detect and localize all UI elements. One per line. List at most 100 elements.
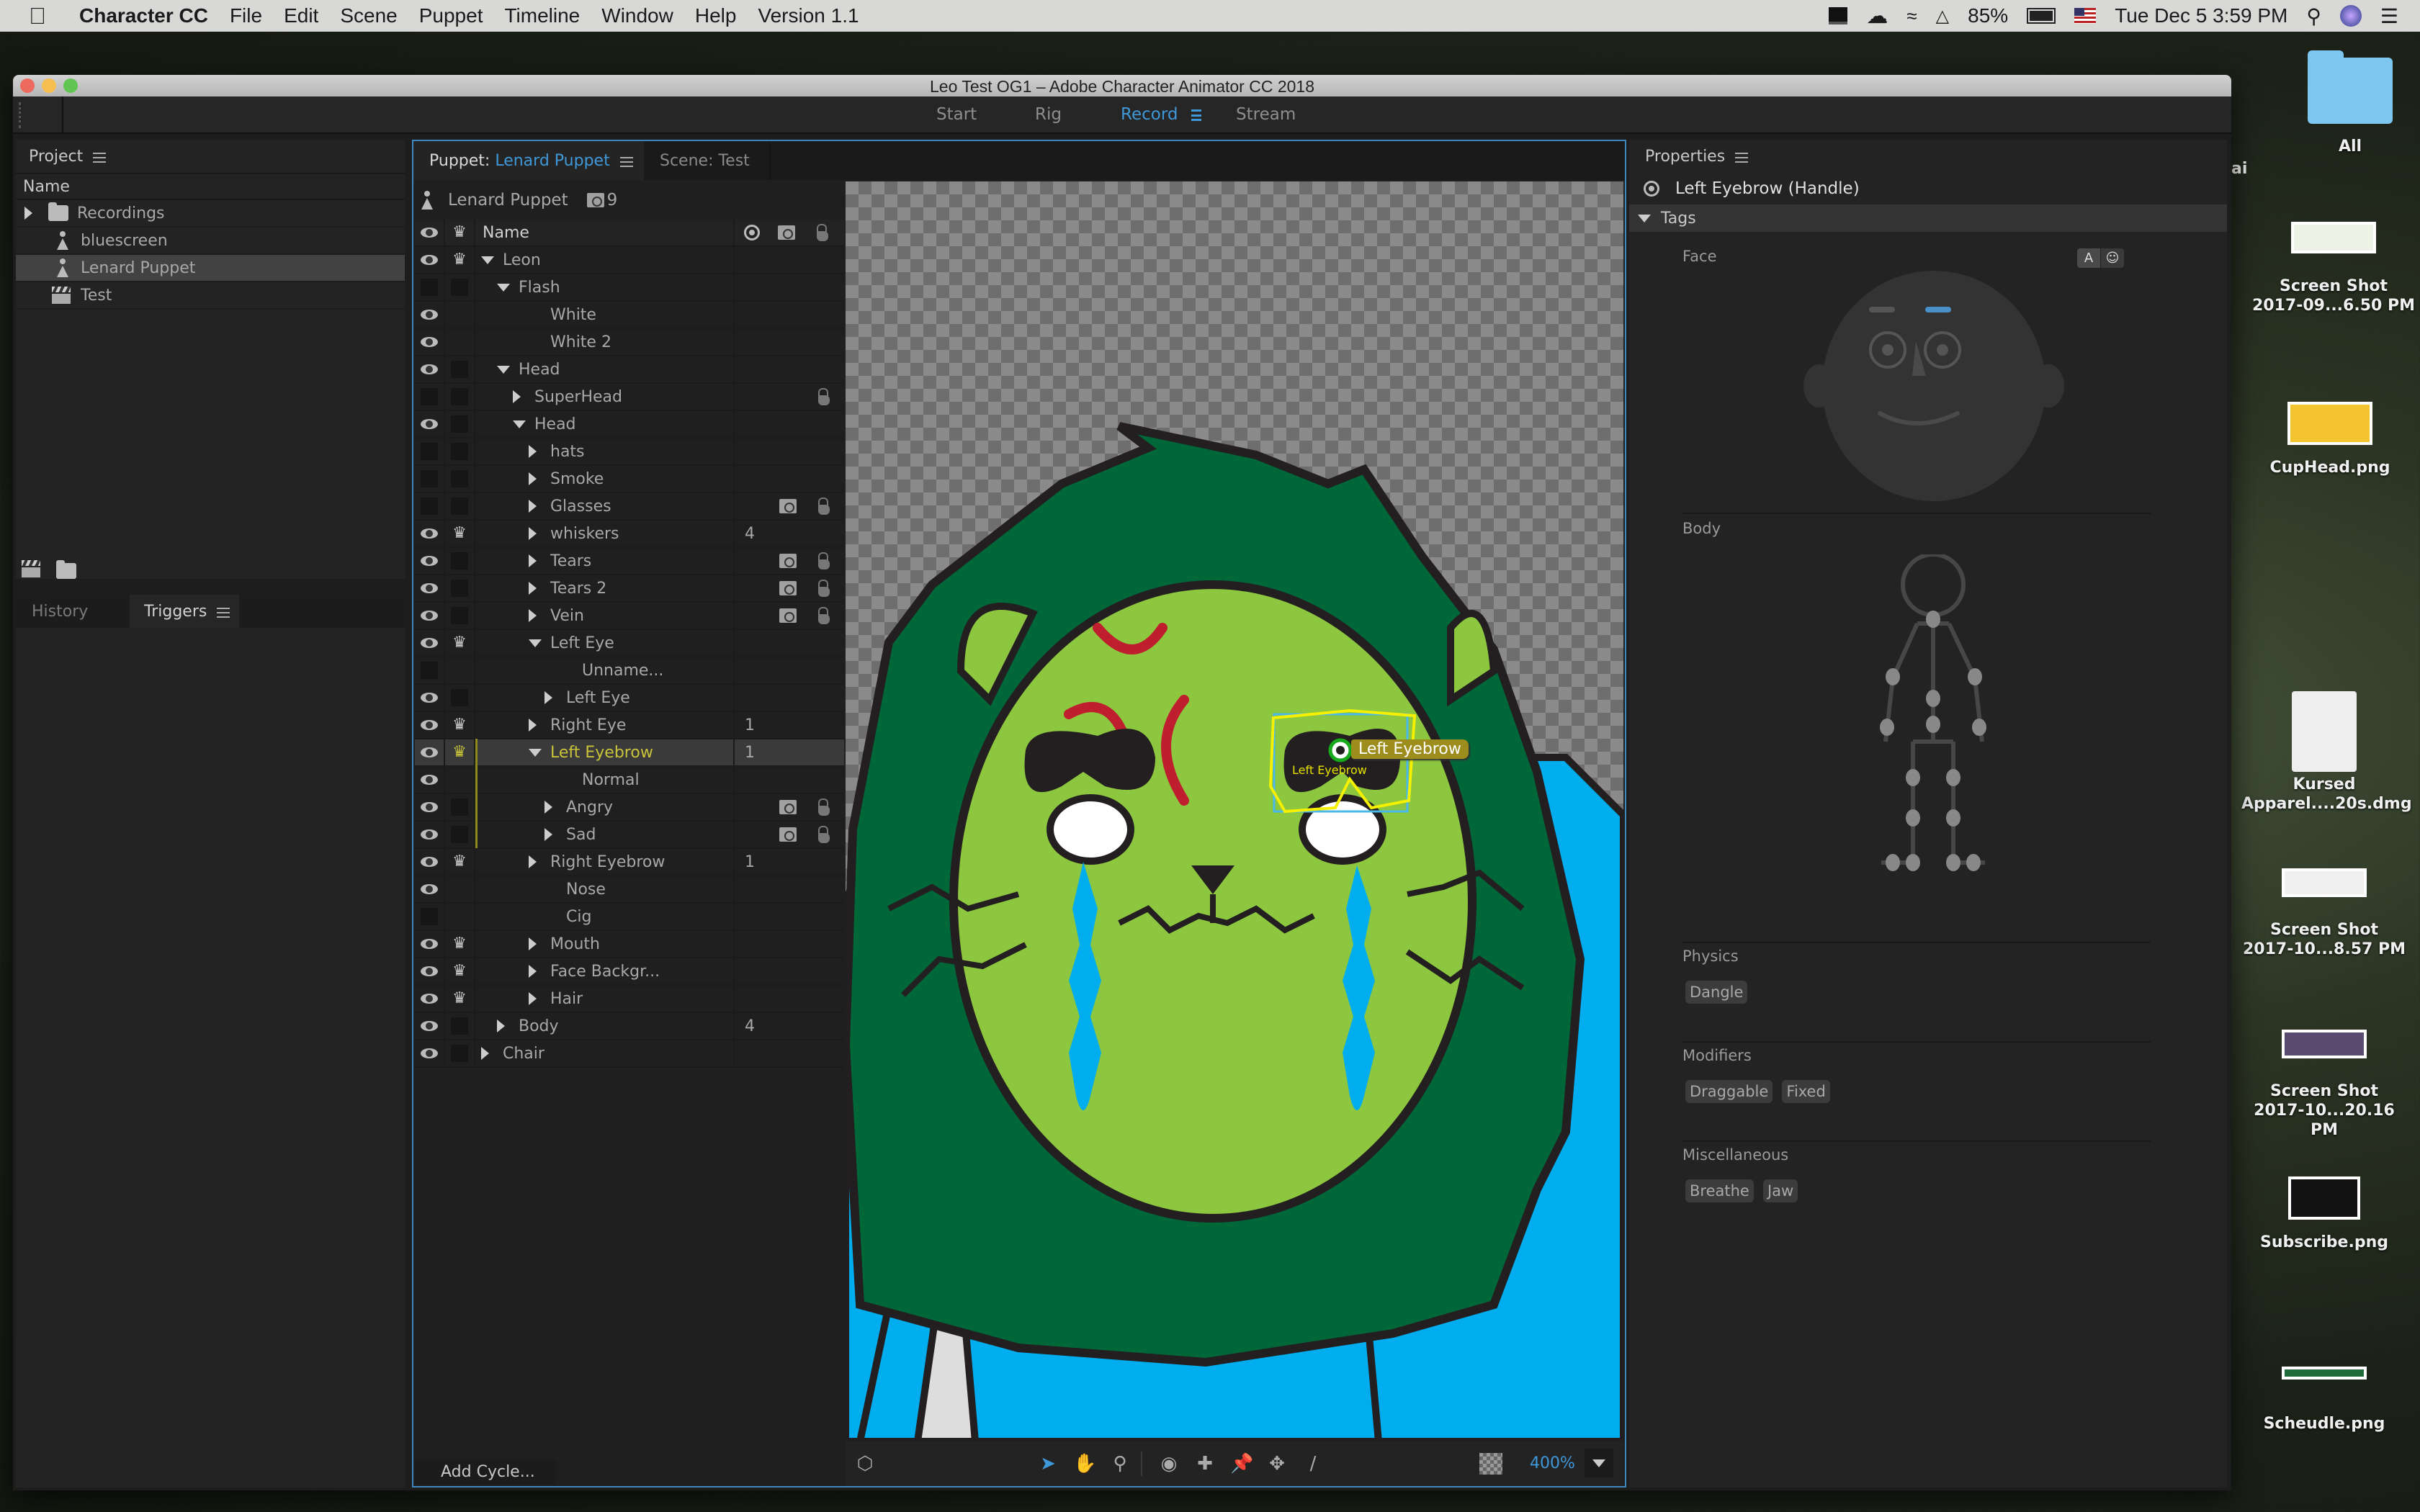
project-panel-menu-icon[interactable] bbox=[93, 153, 107, 163]
expand-arrow-icon[interactable] bbox=[529, 582, 537, 595]
spotlight-search-icon[interactable]: ⚲ bbox=[2306, 4, 2321, 28]
layer-row[interactable]: Unname... bbox=[415, 657, 844, 685]
trigger-hand-icon[interactable] bbox=[815, 798, 830, 816]
behavior-icon[interactable] bbox=[779, 581, 797, 595]
layer-row[interactable]: ♛ Face Backgr... bbox=[415, 958, 844, 986]
tab-scene-test[interactable]: Scene: Test bbox=[644, 141, 771, 180]
expand-arrow-icon[interactable] bbox=[529, 719, 537, 732]
independent-toggle[interactable] bbox=[451, 798, 468, 816]
layer-row[interactable]: ♛ Mouth bbox=[415, 930, 844, 958]
airplay-icon[interactable]: △ bbox=[1936, 6, 1949, 27]
behavior-icon[interactable] bbox=[779, 608, 797, 623]
expand-arrow-icon[interactable] bbox=[529, 500, 537, 513]
layer-row[interactable]: ♛ Leon bbox=[415, 246, 844, 274]
expand-arrow-icon[interactable] bbox=[529, 965, 537, 978]
collapse-arrow-icon[interactable] bbox=[497, 365, 510, 374]
tags-section-header[interactable]: Tags bbox=[1629, 204, 2227, 232]
layer-row[interactable]: White bbox=[415, 301, 844, 329]
visibility-eye-icon[interactable] bbox=[421, 528, 438, 539]
input-source-flag-icon[interactable] bbox=[2074, 8, 2097, 24]
expand-arrow-icon[interactable] bbox=[529, 855, 537, 868]
layer-row[interactable]: ♛ Right Eyebrow 1 bbox=[415, 848, 844, 876]
layer-row[interactable]: Tears bbox=[415, 547, 844, 575]
text-view-button[interactable]: A bbox=[2077, 248, 2101, 268]
add-cycle-button[interactable]: Add Cycle... bbox=[415, 1460, 556, 1485]
mesh-toggle-icon[interactable]: ⬡ bbox=[854, 1453, 876, 1475]
workspace-rig[interactable]: Rig bbox=[1035, 105, 1062, 124]
tag-breathe[interactable]: Breathe bbox=[1685, 1179, 1754, 1202]
desktop-icon-cuphead[interactable]: CupHead.png bbox=[2247, 402, 2413, 477]
workspace-menu-icon[interactable] bbox=[1191, 109, 1201, 121]
select-tool-icon[interactable]: ➤ bbox=[1037, 1453, 1059, 1475]
properties-menu-icon[interactable] bbox=[1735, 153, 1749, 163]
visibility-off-toggle[interactable] bbox=[421, 443, 438, 460]
independent-toggle[interactable] bbox=[451, 470, 468, 487]
menu-app-name[interactable]: Character CC bbox=[79, 4, 208, 27]
zoom-tool-icon[interactable]: ⚲ bbox=[1109, 1453, 1131, 1475]
expand-arrow-icon[interactable] bbox=[529, 992, 537, 1005]
visibility-eye-icon[interactable] bbox=[421, 1048, 438, 1058]
expand-arrow-icon[interactable] bbox=[529, 609, 537, 622]
menu-timeline[interactable]: Timeline bbox=[504, 4, 580, 27]
expand-arrow-icon[interactable] bbox=[481, 1047, 489, 1060]
notification-center-icon[interactable]: ☰ bbox=[2380, 4, 2398, 28]
behavior-icon[interactable] bbox=[779, 554, 797, 568]
visibility-eye-icon[interactable] bbox=[421, 857, 438, 867]
handle-tool-icon[interactable]: ◉ bbox=[1158, 1453, 1180, 1475]
layer-row[interactable]: ♛ Left Eyebrow 1 bbox=[415, 739, 844, 767]
layer-row[interactable]: White 2 bbox=[415, 328, 844, 356]
toolbar-grip[interactable] bbox=[13, 96, 63, 134]
expand-arrow-icon[interactable] bbox=[529, 472, 537, 485]
menu-version[interactable]: Version 1.1 bbox=[758, 4, 859, 27]
menu-puppet[interactable]: Puppet bbox=[419, 4, 483, 27]
transparency-grid-toggle[interactable] bbox=[1479, 1453, 1502, 1475]
visibility-eye-icon[interactable] bbox=[421, 364, 438, 374]
desktop-icon-kursed-dmg[interactable]: Kursed Apparel....20s.dmg bbox=[2241, 691, 2412, 814]
independent-crown-icon[interactable]: ♛ bbox=[452, 991, 467, 1007]
collapse-arrow-icon[interactable] bbox=[497, 283, 510, 292]
visibility-eye-icon[interactable] bbox=[421, 966, 438, 976]
face-view-toggle[interactable]: A ☺ bbox=[2077, 248, 2124, 268]
visibility-eye-icon[interactable] bbox=[421, 638, 438, 648]
visibility-eye-icon[interactable] bbox=[421, 829, 438, 840]
independent-crown-icon[interactable]: ♛ bbox=[452, 744, 467, 760]
tag-jaw[interactable]: Jaw bbox=[1762, 1179, 1798, 1202]
stick-tool-icon[interactable]: ✚ bbox=[1194, 1453, 1216, 1475]
apple-menu-icon[interactable]:  bbox=[29, 3, 53, 30]
visibility-eye-icon[interactable] bbox=[421, 310, 438, 320]
visibility-eye-icon[interactable] bbox=[421, 611, 438, 621]
visibility-eye-icon[interactable] bbox=[421, 583, 438, 593]
independent-crown-icon[interactable]: ♛ bbox=[452, 936, 467, 952]
visibility-eye-icon[interactable] bbox=[421, 994, 438, 1004]
behavior-icon[interactable] bbox=[779, 800, 797, 814]
visibility-eye-icon[interactable] bbox=[421, 419, 438, 429]
independent-toggle[interactable] bbox=[451, 498, 468, 515]
layer-row[interactable]: Head bbox=[415, 410, 844, 438]
independent-crown-icon[interactable]: ♛ bbox=[452, 854, 467, 870]
layer-row[interactable]: Body 4 bbox=[415, 1012, 844, 1040]
tag-fixed[interactable]: Fixed bbox=[1782, 1080, 1830, 1103]
visibility-eye-icon[interactable] bbox=[421, 747, 438, 757]
independent-toggle[interactable] bbox=[451, 388, 468, 405]
workspace-start[interactable]: Start bbox=[936, 105, 977, 124]
collapse-arrow-icon[interactable] bbox=[529, 639, 542, 647]
stroke-tool-icon[interactable]: ∕ bbox=[1302, 1453, 1324, 1475]
visibility-eye-icon[interactable] bbox=[421, 693, 438, 703]
new-scene-icon[interactable] bbox=[22, 560, 40, 577]
independent-crown-icon[interactable]: ♛ bbox=[452, 717, 467, 733]
expand-arrow-icon[interactable] bbox=[24, 207, 32, 220]
workspace-record[interactable]: Record bbox=[1121, 105, 1178, 124]
project-item-test[interactable]: Test bbox=[16, 282, 405, 310]
independent-toggle[interactable] bbox=[451, 607, 468, 624]
layer-row[interactable]: ♛ Hair bbox=[415, 985, 844, 1013]
visibility-eye-icon[interactable] bbox=[421, 337, 438, 347]
expand-arrow-icon[interactable] bbox=[529, 937, 537, 950]
expand-arrow-icon[interactable] bbox=[497, 1020, 505, 1032]
expand-arrow-icon[interactable] bbox=[513, 390, 521, 403]
clock[interactable]: Tue Dec 5 3:59 PM bbox=[2115, 4, 2287, 27]
expand-arrow-icon[interactable] bbox=[544, 691, 552, 704]
desktop-icon-screenshot-3[interactable]: Screen Shot 2017-10...20.16 PM bbox=[2241, 1030, 2407, 1140]
desktop-icon-all[interactable]: All bbox=[2267, 50, 2420, 156]
expand-arrow-icon[interactable] bbox=[544, 801, 552, 814]
visibility-eye-icon[interactable] bbox=[421, 1021, 438, 1031]
